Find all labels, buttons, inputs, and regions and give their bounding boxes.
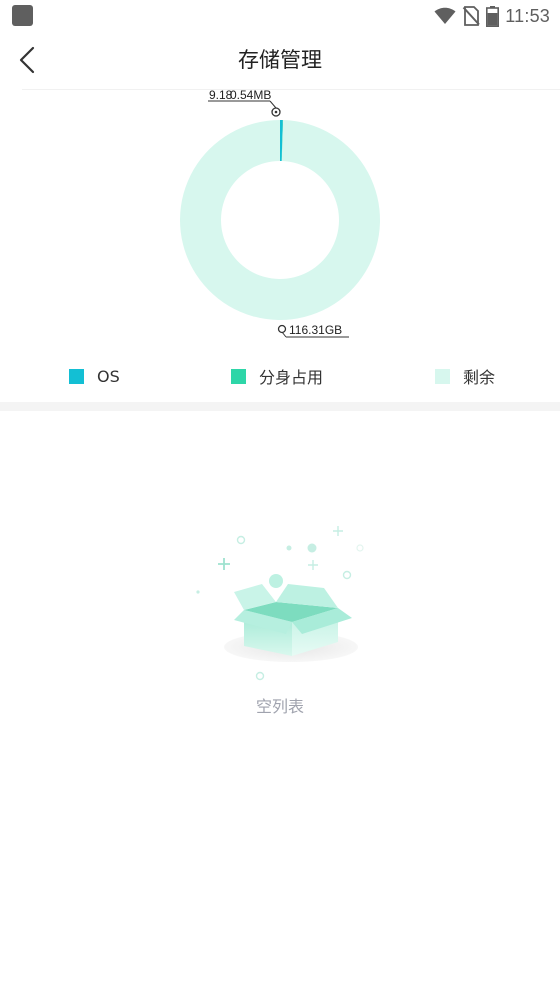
donut-slice-remaining <box>180 120 380 320</box>
chart-leader-line-top-2 <box>269 100 277 109</box>
header: 存储管理 <box>0 32 560 88</box>
chart-legend: OS 分身占用 剩余 <box>0 358 560 394</box>
section-divider <box>0 402 560 411</box>
app-square-icon <box>12 5 33 26</box>
status-icons: 11:53 <box>434 3 550 29</box>
page-title: 存储管理 <box>238 48 322 72</box>
status-bar: 11:53 <box>0 0 560 32</box>
legend-item-remaining: 剩余 <box>435 358 495 394</box>
storage-donut-chart: 9.18 0.54MB 116.31GB <box>180 88 380 338</box>
open-box-icon <box>196 526 364 681</box>
legend-swatch-clone-usage <box>231 368 246 384</box>
legend-label-remaining: 剩余 <box>463 368 496 387</box>
wifi-icon <box>434 7 456 24</box>
battery-icon <box>486 5 500 27</box>
empty-list-label: 空列表 <box>255 697 304 716</box>
legend-label-os: OS <box>97 366 120 386</box>
storage-chart: 9.18 0.54MB 116.31GB <box>0 88 560 350</box>
empty-list-illustration <box>190 522 370 688</box>
legend-swatch-remaining <box>435 368 450 384</box>
legend-swatch-os <box>69 368 84 384</box>
legend-item-clone-usage: 分身占用 <box>231 358 323 394</box>
chart-label-clone: 0.54MB <box>230 88 271 102</box>
status-time: 11:53 <box>505 5 550 26</box>
legend-item-os: OS <box>69 358 120 394</box>
chart-leader-dot-bottom <box>277 324 287 334</box>
legend-label-clone-usage: 分身占用 <box>259 368 324 387</box>
no-sim-icon <box>463 6 481 26</box>
chart-label-remaining: 116.31GB <box>289 323 342 337</box>
